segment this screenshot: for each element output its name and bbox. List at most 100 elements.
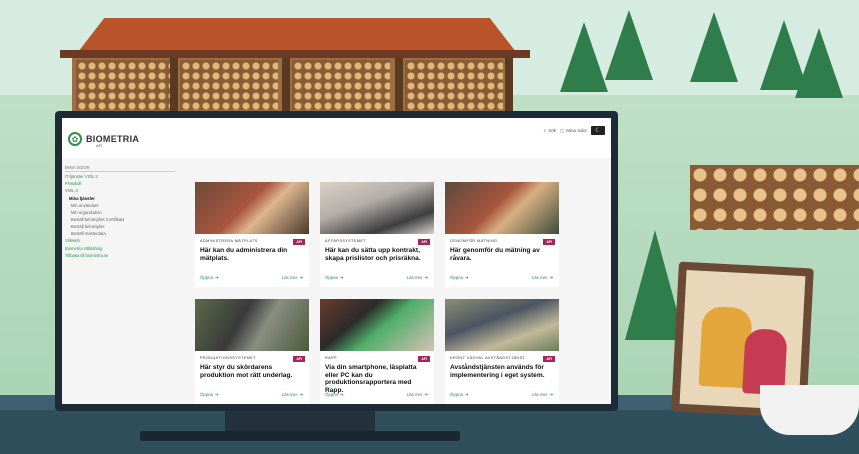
- read-more-link[interactable]: Läs mer ➔: [407, 392, 428, 398]
- open-link[interactable]: Öppna ➔: [325, 392, 344, 398]
- my-pages-button[interactable]: ▢ Mina sidor: [560, 128, 587, 134]
- firewood-stack: [405, 60, 503, 110]
- read-more-link[interactable]: Läs mer ➔: [532, 392, 553, 398]
- card-badge: AFI: [543, 356, 555, 362]
- open-label: Öppna: [325, 275, 338, 280]
- card-badge: AFI: [418, 239, 430, 245]
- sidebar-item-bestall-behorighet[interactable]: Beställ behörighet: [65, 223, 175, 230]
- card-badge: AFI: [543, 239, 555, 245]
- browser-page: ✿ BIOMETRIA AFI ⌕ Sök ▢ Mina sidor ☾ MIN…: [62, 118, 611, 404]
- read-more-label: Läs mer: [281, 275, 298, 280]
- shed-post: [505, 58, 513, 118]
- read-more-link[interactable]: Läs mer ➔: [282, 392, 303, 398]
- open-label: Öppna: [200, 275, 213, 280]
- logo-icon: ✿: [68, 132, 82, 146]
- card-image: [320, 299, 434, 351]
- sidebar-item-tillbaka[interactable]: Tillbaka till biometria.se: [65, 252, 175, 259]
- card-image: [445, 182, 559, 234]
- sidebar-item-it-tjanster[interactable]: IT-tjänster VIOL 3: [65, 173, 175, 180]
- card-title: Avståndstjänsten används för implementer…: [450, 364, 545, 379]
- monitor-stand: [225, 411, 375, 431]
- user-icon: ▢: [559, 127, 565, 133]
- open-label: Öppna: [450, 275, 463, 280]
- sidebar-item-bestall-certifikats[interactable]: Beställ behörighet Certifikats: [65, 216, 175, 223]
- card-image: [195, 299, 309, 351]
- open-label: Öppna: [450, 392, 463, 397]
- service-card[interactable]: RAPP AFI Via din smartphone, läsplatta e…: [320, 299, 434, 404]
- service-card[interactable]: PRODUKTIONSSYSTEMET AFI Här styr du skör…: [195, 299, 309, 404]
- moon-icon: ☾: [595, 128, 601, 134]
- arrow-right-icon: ➔: [299, 275, 303, 280]
- main-content: MINA SIDOR IT-tjänster VIOL 3 Protokoll …: [62, 158, 611, 404]
- sidebar-item-min-organisation[interactable]: Min organisation: [65, 209, 175, 216]
- sidebar-item-bestall-masterdata[interactable]: Beställ masterdata: [65, 230, 175, 237]
- shed-post: [282, 58, 290, 118]
- sidebar-item-viol3[interactable]: VIOL 3: [65, 187, 175, 194]
- service-cards: ADMINISTRERA MÄTPLATS AFI Här kan du adm…: [195, 182, 559, 404]
- search-label: Sök: [548, 128, 556, 133]
- card-title: Via din smartphone, läsplatta eller PC k…: [325, 364, 417, 394]
- card-category: ADMINISTRERA MÄTPLATS: [200, 239, 258, 243]
- monitor: ✿ BIOMETRIA AFI ⌕ Sök ▢ Mina sidor ☾ MIN…: [55, 111, 618, 411]
- arrow-right-icon: ➔: [339, 392, 344, 397]
- service-card[interactable]: ADMINISTRERA MÄTPLATS AFI Här kan du adm…: [195, 182, 309, 287]
- read-more-link[interactable]: Läs mer ➔: [282, 275, 303, 281]
- card-category: GENOMFÖR MÄTNING: [450, 239, 498, 243]
- card-title: Här genomför du mätning av råvara.: [450, 247, 540, 262]
- card-category: RAPP: [325, 356, 337, 360]
- card-image: [195, 182, 309, 234]
- sidebar-item-min-anvandare[interactable]: Min användare: [65, 202, 175, 209]
- search-icon: ⌕: [543, 128, 547, 133]
- arrow-right-icon: ➔: [549, 275, 553, 280]
- dark-mode-toggle[interactable]: ☾: [591, 126, 605, 135]
- sidebar-item-protokoll[interactable]: Protokoll: [65, 180, 175, 187]
- firewood-stack: [292, 60, 390, 110]
- my-pages-label: Mina sidor: [566, 128, 587, 133]
- card-badge: AFI: [418, 356, 430, 362]
- tree: [560, 22, 608, 92]
- arrow-right-icon: ➔: [464, 392, 469, 397]
- service-card[interactable]: GENOMFÖR MÄTNING AFI Här genomför du mät…: [445, 182, 559, 287]
- tree: [690, 12, 738, 82]
- service-card[interactable]: KRÖNT VÄGVAL AVSTÅNDSTJÄNST AFI Avstånds…: [445, 299, 559, 404]
- shed-roof: [78, 18, 516, 52]
- shed-post: [395, 58, 403, 118]
- open-link[interactable]: Öppna ➔: [200, 275, 219, 281]
- sidebar-item-utbildning[interactable]: Biometria Utbildning: [65, 245, 175, 252]
- open-label: Öppna: [200, 392, 213, 397]
- read-more-label: Läs mer: [406, 275, 423, 280]
- tree: [605, 10, 653, 80]
- tree: [795, 28, 843, 98]
- card-image: [320, 182, 434, 234]
- card-title: Här kan du sätta upp kontrakt, skapa pri…: [325, 247, 421, 262]
- open-link[interactable]: Öppna ➔: [325, 275, 344, 281]
- card-category: KRÖNT VÄGVAL AVSTÅNDSTJÄNST: [450, 356, 526, 360]
- card-category: PRODUKTIONSSYSTEMET: [200, 356, 256, 360]
- arrow-right-icon: ➔: [424, 275, 428, 280]
- arrow-right-icon: ➔: [424, 392, 428, 397]
- arrow-right-icon: ➔: [214, 275, 219, 280]
- open-label: Öppna: [325, 392, 338, 397]
- service-card[interactable]: AFFÄRSSYSTEMET AFI Här kan du sätta upp …: [320, 182, 434, 287]
- shed-post: [170, 58, 178, 118]
- site-header: ✿ BIOMETRIA AFI ⌕ Sök ▢ Mina sidor ☾: [62, 118, 611, 159]
- arrow-right-icon: ➔: [299, 392, 303, 397]
- sidebar-item-mina-tjanster[interactable]: Mina tjänster: [65, 195, 175, 202]
- read-more-label: Läs mer: [406, 392, 423, 397]
- open-link[interactable]: Öppna ➔: [200, 392, 219, 398]
- header-tools: ⌕ Sök ▢ Mina sidor ☾: [544, 126, 605, 135]
- sidebar-item-virkweb[interactable]: Virkweb: [65, 237, 175, 244]
- search-button[interactable]: ⌕ Sök: [544, 128, 556, 133]
- arrow-right-icon: ➔: [549, 392, 553, 397]
- read-more-label: Läs mer: [531, 392, 548, 397]
- read-more-link[interactable]: Läs mer ➔: [532, 275, 553, 281]
- brand-name: BIOMETRIA: [86, 134, 140, 144]
- sidebar-nav: MINA SIDOR IT-tjänster VIOL 3 Protokoll …: [65, 158, 175, 404]
- open-link[interactable]: Öppna ➔: [450, 392, 469, 398]
- open-link[interactable]: Öppna ➔: [450, 275, 469, 281]
- card-badge: AFI: [293, 356, 305, 362]
- brand-logo[interactable]: ✿ BIOMETRIA: [68, 132, 139, 146]
- firewood-stack: [76, 60, 174, 110]
- read-more-link[interactable]: Läs mer ➔: [407, 275, 428, 281]
- shed-roof-edge: [60, 50, 530, 58]
